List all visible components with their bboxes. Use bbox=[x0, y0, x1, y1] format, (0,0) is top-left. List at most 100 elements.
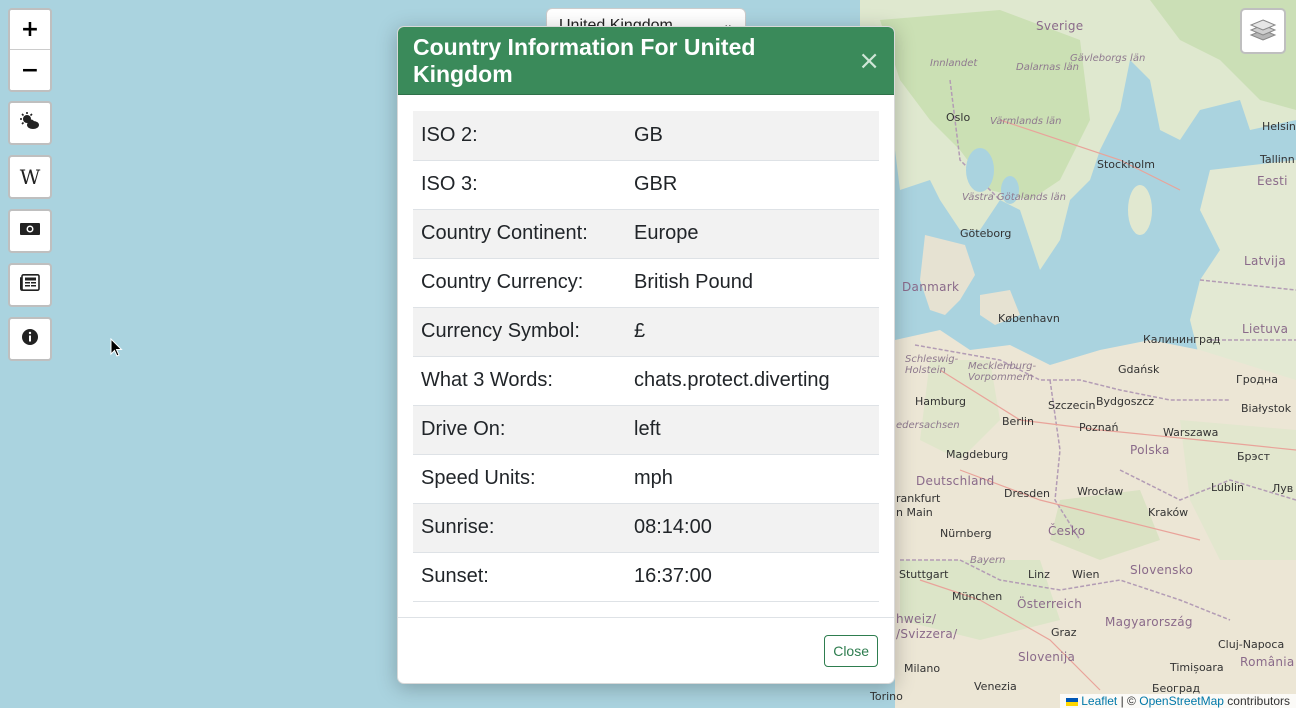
map-label-munchen: München bbox=[952, 590, 1003, 603]
map-label-eesti: Eesti bbox=[1257, 174, 1288, 188]
row-value: chats.protect.diverting bbox=[634, 369, 830, 391]
close-button[interactable]: Close bbox=[824, 634, 878, 667]
map-label-wien: Wien bbox=[1072, 568, 1100, 581]
map-label-torino: Torino bbox=[870, 690, 903, 703]
row-value: GB bbox=[634, 123, 663, 146]
map-label-cluj: Cluj-Napoca bbox=[1218, 638, 1285, 651]
table-row: Sunrise: 08:14:00 bbox=[413, 503, 879, 552]
modal-body: ISO 2: GB ISO 3: GBR Country Continent: Europ… bbox=[398, 95, 894, 602]
map-label-warszawa: Warszawa bbox=[1163, 426, 1219, 439]
map-label-dresden: Dresden bbox=[1004, 487, 1050, 500]
ukraine-flag-icon bbox=[1065, 697, 1078, 706]
mouse-cursor-icon bbox=[110, 337, 124, 363]
map-label-gdansk: Gdańsk bbox=[1118, 363, 1160, 376]
map-label-bayern: Bayern bbox=[970, 555, 1006, 566]
row-label: ISO 2: bbox=[421, 123, 478, 146]
map-label-deutschland: Deutschland bbox=[916, 474, 995, 488]
map-label-venezia: Venezia bbox=[974, 680, 1017, 693]
money-icon bbox=[20, 221, 40, 242]
close-icon[interactable]: × bbox=[858, 48, 880, 74]
map-label-varmlands-lan: Värmlands län bbox=[990, 116, 1062, 127]
table-row: Drive On: left bbox=[413, 405, 879, 454]
row-label: Sunrise: bbox=[421, 516, 495, 538]
attribution-suffix: contributors bbox=[1227, 694, 1290, 708]
row-value: 16:37:00 bbox=[634, 565, 712, 587]
map-label-nurnberg: Nürnberg bbox=[940, 527, 992, 540]
row-label: What 3 Words: bbox=[421, 369, 553, 391]
map-label-sverige: Sverige bbox=[1036, 19, 1084, 33]
map-label-wroclaw: Wrocław bbox=[1077, 485, 1124, 498]
layers-control[interactable] bbox=[1240, 8, 1286, 54]
map-label-romania: România bbox=[1240, 655, 1295, 669]
leaflet-link[interactable]: Leaflet bbox=[1081, 694, 1117, 708]
map-label-magdeburg: Magdeburg bbox=[946, 448, 1009, 461]
map-label-bialystok: Białystok bbox=[1241, 402, 1292, 415]
modal-title: Country Information For United Kingdom bbox=[413, 33, 756, 87]
modal-header: Country Information For United Kingdom × bbox=[398, 27, 894, 95]
money-button[interactable] bbox=[8, 209, 52, 253]
news-button[interactable] bbox=[8, 263, 52, 307]
map-label-gavleborgs-lan: Gävleborgs län bbox=[1070, 53, 1146, 64]
weather-icon bbox=[20, 111, 40, 135]
map-label-innlandet: Innlandet bbox=[930, 58, 978, 69]
country-info-modal: Country Information For United Kingdom ×… bbox=[397, 26, 895, 684]
map-label-schleswig-holstein: Schleswig-Holstein bbox=[905, 354, 959, 376]
map-label-latvija: Latvija bbox=[1244, 254, 1286, 268]
map-label-lublin: Lublin bbox=[1211, 481, 1244, 494]
table-row: Country Currency: British Pound bbox=[413, 258, 879, 307]
map-label-poznan: Poznań bbox=[1079, 421, 1119, 434]
map-label-lietuva: Lietuva bbox=[1242, 322, 1289, 336]
country-info-table: ISO 2: GB ISO 3: GBR Country Continent: Europ… bbox=[413, 111, 879, 602]
wikipedia-icon: W bbox=[19, 165, 41, 189]
zoom-out-button[interactable]: − bbox=[10, 50, 50, 90]
zoom-in-button[interactable]: + bbox=[10, 10, 50, 50]
map-label-slovenija: Slovenija bbox=[1018, 650, 1076, 664]
row-label: Country Currency: bbox=[421, 271, 584, 293]
map-label-stockholm: Stockholm bbox=[1097, 158, 1155, 171]
map-label-svizzera: /Svizzera/ bbox=[896, 627, 958, 641]
map-label-szczecin: Szczecin bbox=[1048, 399, 1096, 412]
map-label-kobenhavn: København bbox=[998, 312, 1060, 325]
row-value: 08:14:00 bbox=[634, 516, 712, 538]
row-label: Sunset: bbox=[421, 565, 489, 587]
row-value: British Pound bbox=[634, 271, 753, 293]
row-value: GBR bbox=[634, 173, 678, 195]
map-label-goteborg: Göteborg bbox=[960, 227, 1012, 240]
row-value: left bbox=[634, 418, 661, 440]
table-row: Currency Symbol: £ bbox=[413, 307, 879, 356]
info-button[interactable] bbox=[8, 317, 52, 361]
map-label-mecklenburg: Mecklenburg-Vorpommern bbox=[968, 361, 1037, 383]
weather-button[interactable] bbox=[8, 101, 52, 145]
map-label-linz: Linz bbox=[1028, 568, 1050, 581]
map-label-frankfurt: rankfurt bbox=[896, 492, 941, 505]
table-row: ISO 3: GBR bbox=[413, 160, 879, 209]
news-icon bbox=[20, 274, 40, 296]
wikipedia-button[interactable]: W bbox=[8, 155, 52, 199]
map-label-polska: Polska bbox=[1130, 443, 1170, 457]
map-label-danmark: Danmark bbox=[902, 280, 960, 294]
attribution-separator: | © bbox=[1120, 694, 1136, 708]
row-value: Europe bbox=[634, 222, 699, 244]
layers-icon bbox=[1249, 15, 1277, 48]
map-label-krakow: Kraków bbox=[1148, 506, 1189, 519]
row-label: Currency Symbol: bbox=[421, 320, 580, 342]
map-label-graz: Graz bbox=[1051, 626, 1077, 639]
map-attribution: Leaflet | © OpenStreetMap contributors bbox=[1059, 694, 1296, 708]
map-label-lviv: Лув bbox=[1272, 482, 1294, 495]
row-label: Speed Units: bbox=[421, 467, 536, 489]
map-label-kaliningrad: Калининград bbox=[1143, 333, 1221, 346]
map-label-vastra-gotalands-lan: Västra Götalands län bbox=[962, 192, 1067, 203]
map-label-hamburg: Hamburg bbox=[915, 395, 966, 408]
row-value: mph bbox=[634, 467, 673, 489]
map-label-slovensko: Slovensko bbox=[1130, 563, 1194, 577]
osm-link[interactable]: OpenStreetMap bbox=[1139, 694, 1224, 708]
map-label-schweiz: hweiz/ bbox=[896, 612, 937, 626]
map-label-stuttgart: Stuttgart bbox=[899, 568, 949, 581]
map-label-osterreich: Österreich bbox=[1017, 597, 1083, 611]
table-row: What 3 Words: chats.protect.diverting bbox=[413, 356, 879, 405]
table-row: Country Continent: Europe bbox=[413, 209, 879, 258]
row-label: Country Continent: bbox=[421, 222, 588, 244]
zoom-control: + − bbox=[8, 8, 52, 92]
row-label: ISO 3: bbox=[421, 173, 478, 195]
map-label-berlin: Berlin bbox=[1002, 415, 1034, 428]
